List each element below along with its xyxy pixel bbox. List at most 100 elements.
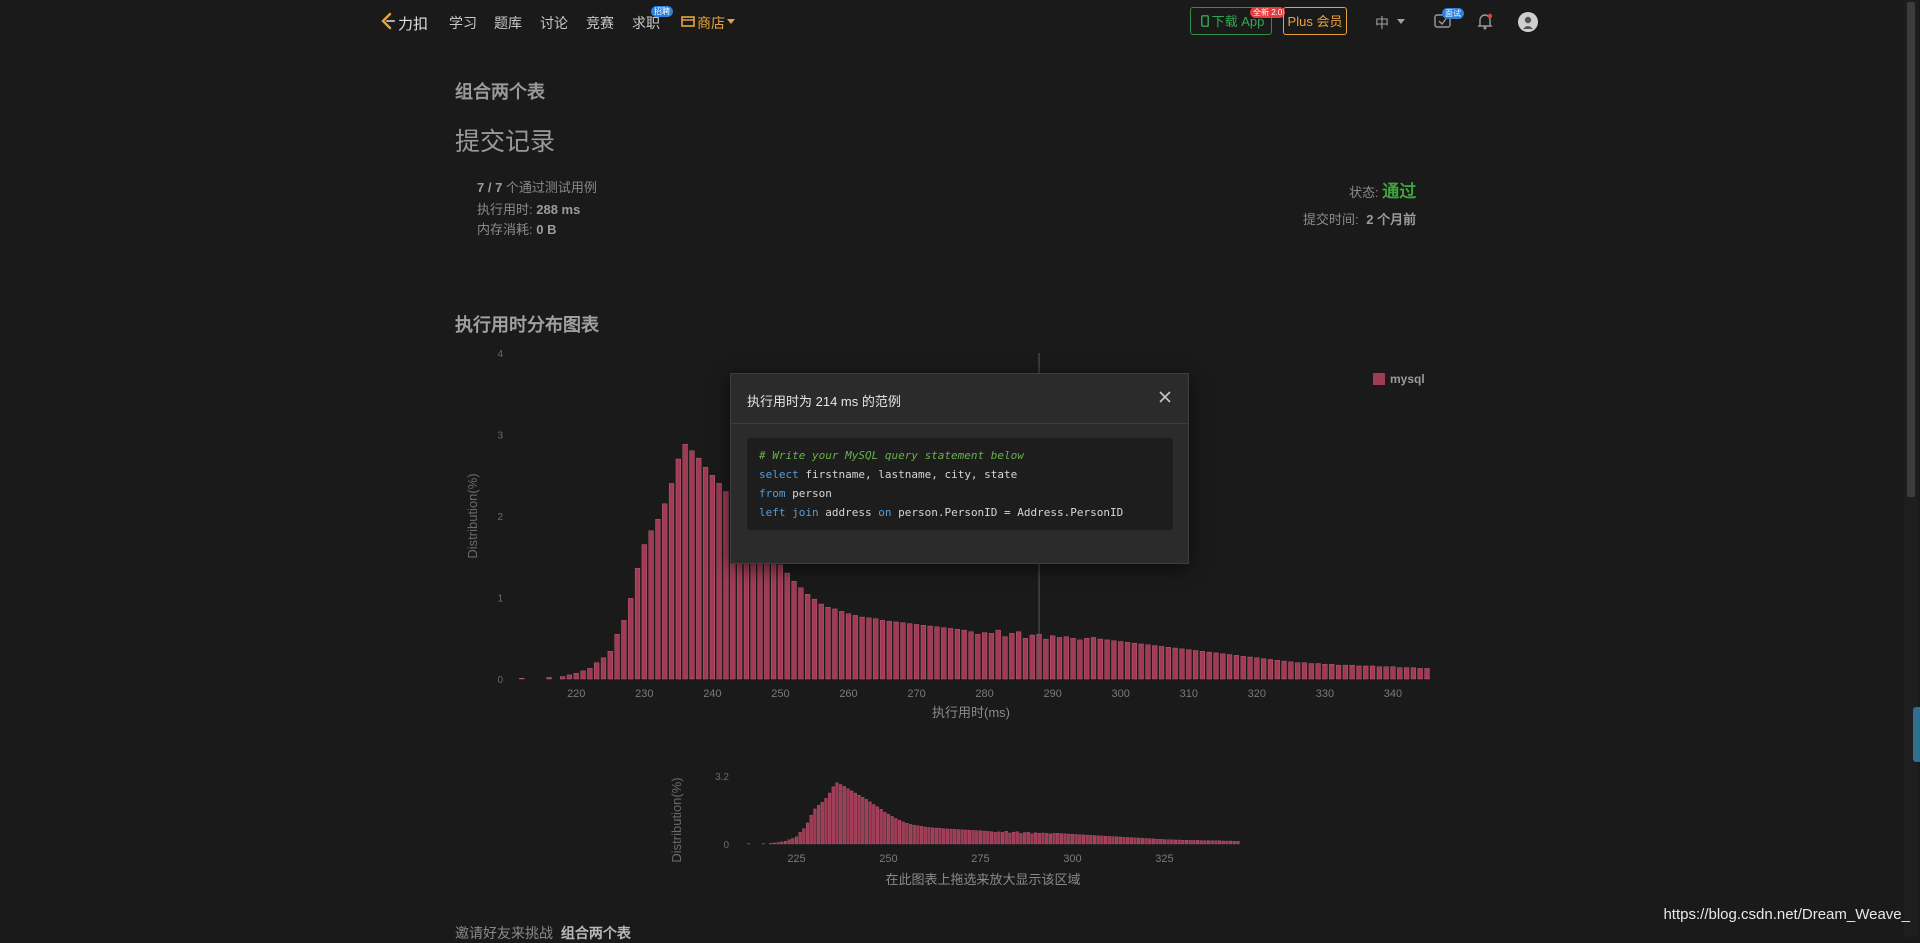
bar[interactable] <box>832 609 837 679</box>
bar[interactable] <box>656 519 661 679</box>
plus-membership-button[interactable]: Plus 会员 <box>1283 7 1347 35</box>
bar[interactable] <box>853 615 858 679</box>
bar[interactable] <box>989 633 994 679</box>
bar[interactable] <box>1030 635 1035 679</box>
bar[interactable] <box>574 673 579 679</box>
legend-label-mysql[interactable]: mysql <box>1390 372 1425 386</box>
bar[interactable] <box>1357 666 1362 679</box>
bar[interactable] <box>690 451 695 679</box>
bar[interactable] <box>1377 667 1382 679</box>
bar[interactable] <box>1186 650 1191 679</box>
bar[interactable] <box>1227 655 1232 679</box>
bar[interactable] <box>873 619 878 679</box>
bar[interactable] <box>1105 640 1110 679</box>
bar[interactable] <box>1316 664 1321 679</box>
bar[interactable] <box>785 573 790 679</box>
bar[interactable] <box>1254 658 1259 679</box>
bar[interactable] <box>778 565 783 679</box>
bar[interactable] <box>1207 652 1212 679</box>
bar[interactable] <box>792 581 797 679</box>
bar[interactable] <box>901 623 906 679</box>
close-icon[interactable] <box>1156 388 1174 406</box>
bar[interactable] <box>846 614 851 679</box>
bar[interactable] <box>1173 648 1178 679</box>
bar[interactable] <box>649 531 654 679</box>
bar[interactable] <box>928 626 933 679</box>
bar[interactable] <box>587 668 592 679</box>
bar[interactable] <box>1200 651 1205 679</box>
bar[interactable] <box>1146 645 1151 679</box>
bar[interactable] <box>819 604 824 679</box>
bar[interactable] <box>1159 646 1164 679</box>
bar[interactable] <box>1295 663 1300 679</box>
bar[interactable] <box>1309 664 1314 679</box>
bar[interactable] <box>724 492 729 679</box>
bar[interactable] <box>1152 646 1157 679</box>
bar[interactable] <box>642 545 647 679</box>
bar[interactable] <box>669 483 674 679</box>
bar[interactable] <box>1023 638 1028 679</box>
bar[interactable] <box>519 678 524 679</box>
bar[interactable] <box>676 459 681 679</box>
bar[interactable] <box>962 630 967 679</box>
bar[interactable] <box>860 617 865 679</box>
bar[interactable] <box>1343 665 1348 679</box>
bar[interactable] <box>1418 668 1423 679</box>
side-widget-tab[interactable] <box>1913 707 1920 762</box>
bar[interactable] <box>1282 661 1287 679</box>
bar[interactable] <box>1016 632 1021 679</box>
bar[interactable] <box>1336 665 1341 679</box>
bar[interactable] <box>1323 664 1328 679</box>
bar[interactable] <box>1098 639 1103 679</box>
bar[interactable] <box>955 629 960 679</box>
bar[interactable] <box>1091 637 1096 679</box>
bar[interactable] <box>1404 668 1409 679</box>
bar[interactable] <box>839 611 844 679</box>
avatar[interactable] <box>1518 12 1538 32</box>
bar[interactable] <box>996 630 1001 679</box>
bar[interactable] <box>921 625 926 679</box>
bar[interactable] <box>1329 664 1334 679</box>
bar[interactable] <box>975 634 980 679</box>
bar[interactable] <box>1139 644 1144 679</box>
bar[interactable] <box>1363 666 1368 679</box>
bar[interactable] <box>703 467 708 679</box>
invite-problem[interactable]: 组合两个表 <box>561 925 631 941</box>
bar[interactable] <box>1241 656 1246 679</box>
bar[interactable] <box>1425 668 1430 679</box>
bar[interactable] <box>1220 654 1225 679</box>
bar[interactable] <box>560 677 565 679</box>
bar[interactable] <box>887 621 892 679</box>
bar[interactable] <box>880 620 885 679</box>
bar[interactable] <box>914 624 919 679</box>
bar[interactable] <box>628 598 633 679</box>
nav-item-contest[interactable]: 竞赛 <box>586 13 614 33</box>
bar[interactable] <box>1112 641 1117 679</box>
scrollbar-track[interactable] <box>1904 0 1918 937</box>
bar[interactable] <box>1064 637 1069 679</box>
bar[interactable] <box>935 627 940 679</box>
bar[interactable] <box>1391 667 1396 679</box>
bar[interactable] <box>1214 653 1219 679</box>
bar[interactable] <box>1302 663 1307 679</box>
bar[interactable] <box>1261 659 1266 679</box>
bar[interactable] <box>1050 636 1055 679</box>
bar[interactable] <box>622 620 627 679</box>
nav-item-discuss[interactable]: 讨论 <box>540 13 568 33</box>
bar[interactable] <box>764 545 769 679</box>
language-selector[interactable]: 中 <box>1375 13 1389 33</box>
bar[interactable] <box>615 634 620 679</box>
bell-icon[interactable] <box>1477 13 1493 30</box>
bar[interactable] <box>1248 657 1253 679</box>
bar[interactable] <box>1071 638 1076 679</box>
bar[interactable] <box>1057 637 1062 679</box>
bar[interactable] <box>594 663 599 679</box>
overview-chart[interactable]: 225250275300325 03.2 Distribution(%) 在此图… <box>660 760 1260 890</box>
bar[interactable] <box>1132 643 1137 679</box>
bar[interactable] <box>1275 660 1280 679</box>
bar[interactable] <box>1118 642 1123 679</box>
bar[interactable] <box>683 444 688 679</box>
bar[interactable] <box>1288 662 1293 679</box>
bar[interactable] <box>608 651 613 679</box>
bar[interactable] <box>717 483 722 679</box>
